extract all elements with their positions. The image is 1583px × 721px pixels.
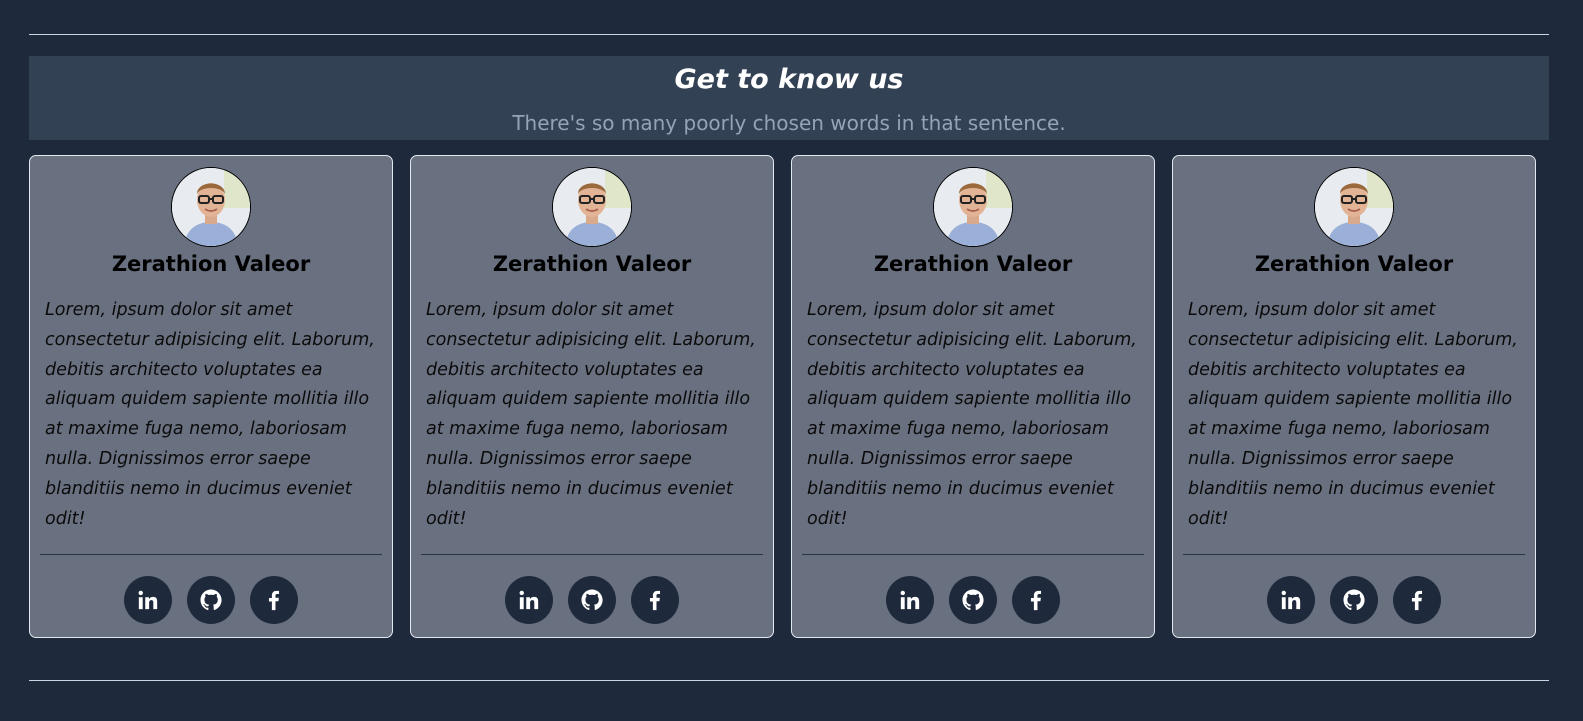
section-header: Get to know us There's so many poorly ch… bbox=[29, 56, 1549, 140]
social-links bbox=[1173, 576, 1535, 626]
facebook-link[interactable] bbox=[631, 576, 679, 624]
facebook-icon bbox=[268, 590, 280, 611]
card-divider bbox=[802, 554, 1144, 555]
github-icon bbox=[1343, 589, 1365, 611]
page-title: Get to know us bbox=[674, 64, 904, 95]
card-divider bbox=[40, 554, 382, 555]
facebook-link[interactable] bbox=[1393, 576, 1441, 624]
github-link[interactable] bbox=[1330, 576, 1378, 624]
card-divider bbox=[421, 554, 763, 555]
social-links bbox=[30, 576, 392, 626]
github-link[interactable] bbox=[568, 576, 616, 624]
member-name: Zerathion Valeor bbox=[873, 252, 1073, 276]
github-icon bbox=[200, 589, 222, 611]
facebook-icon bbox=[649, 590, 661, 611]
linkedin-link[interactable] bbox=[1267, 576, 1315, 624]
facebook-icon bbox=[1411, 590, 1423, 611]
team-card: Zerathion Valeor Lorem, ipsum dolor sit … bbox=[791, 155, 1155, 638]
team-cards: Zerathion Valeor Lorem, ipsum dolor sit … bbox=[29, 155, 1549, 640]
linkedin-icon bbox=[138, 590, 158, 610]
facebook-link[interactable] bbox=[1012, 576, 1060, 624]
top-divider bbox=[29, 34, 1549, 35]
member-name: Zerathion Valeor bbox=[111, 252, 311, 276]
page-subtitle: There's so many poorly chosen words in t… bbox=[512, 111, 1066, 135]
linkedin-link[interactable] bbox=[886, 576, 934, 624]
team-card: Zerathion Valeor Lorem, ipsum dolor sit … bbox=[29, 155, 393, 638]
linkedin-link[interactable] bbox=[505, 576, 553, 624]
member-bio: Lorem, ipsum dolor sit amet consectetur … bbox=[807, 300, 1137, 529]
team-card: Zerathion Valeor Lorem, ipsum dolor sit … bbox=[1172, 155, 1536, 638]
bottom-divider bbox=[29, 680, 1549, 681]
linkedin-icon bbox=[900, 590, 920, 610]
github-link[interactable] bbox=[949, 576, 997, 624]
avatar bbox=[171, 167, 251, 247]
member-bio: Lorem, ipsum dolor sit amet consectetur … bbox=[1188, 300, 1518, 529]
social-links bbox=[792, 576, 1154, 626]
avatar bbox=[933, 167, 1013, 247]
member-bio: Lorem, ipsum dolor sit amet consectetur … bbox=[45, 300, 375, 529]
facebook-link[interactable] bbox=[250, 576, 298, 624]
member-name: Zerathion Valeor bbox=[492, 252, 692, 276]
member-bio: Lorem, ipsum dolor sit amet consectetur … bbox=[426, 300, 756, 529]
team-card: Zerathion Valeor Lorem, ipsum dolor sit … bbox=[410, 155, 774, 638]
github-icon bbox=[581, 589, 603, 611]
linkedin-icon bbox=[519, 590, 539, 610]
facebook-icon bbox=[1030, 590, 1042, 611]
linkedin-icon bbox=[1281, 590, 1301, 610]
social-links bbox=[411, 576, 773, 626]
github-link[interactable] bbox=[187, 576, 235, 624]
member-name: Zerathion Valeor bbox=[1254, 252, 1454, 276]
github-icon bbox=[962, 589, 984, 611]
avatar bbox=[552, 167, 632, 247]
linkedin-link[interactable] bbox=[124, 576, 172, 624]
card-divider bbox=[1183, 554, 1525, 555]
avatar bbox=[1314, 167, 1394, 247]
